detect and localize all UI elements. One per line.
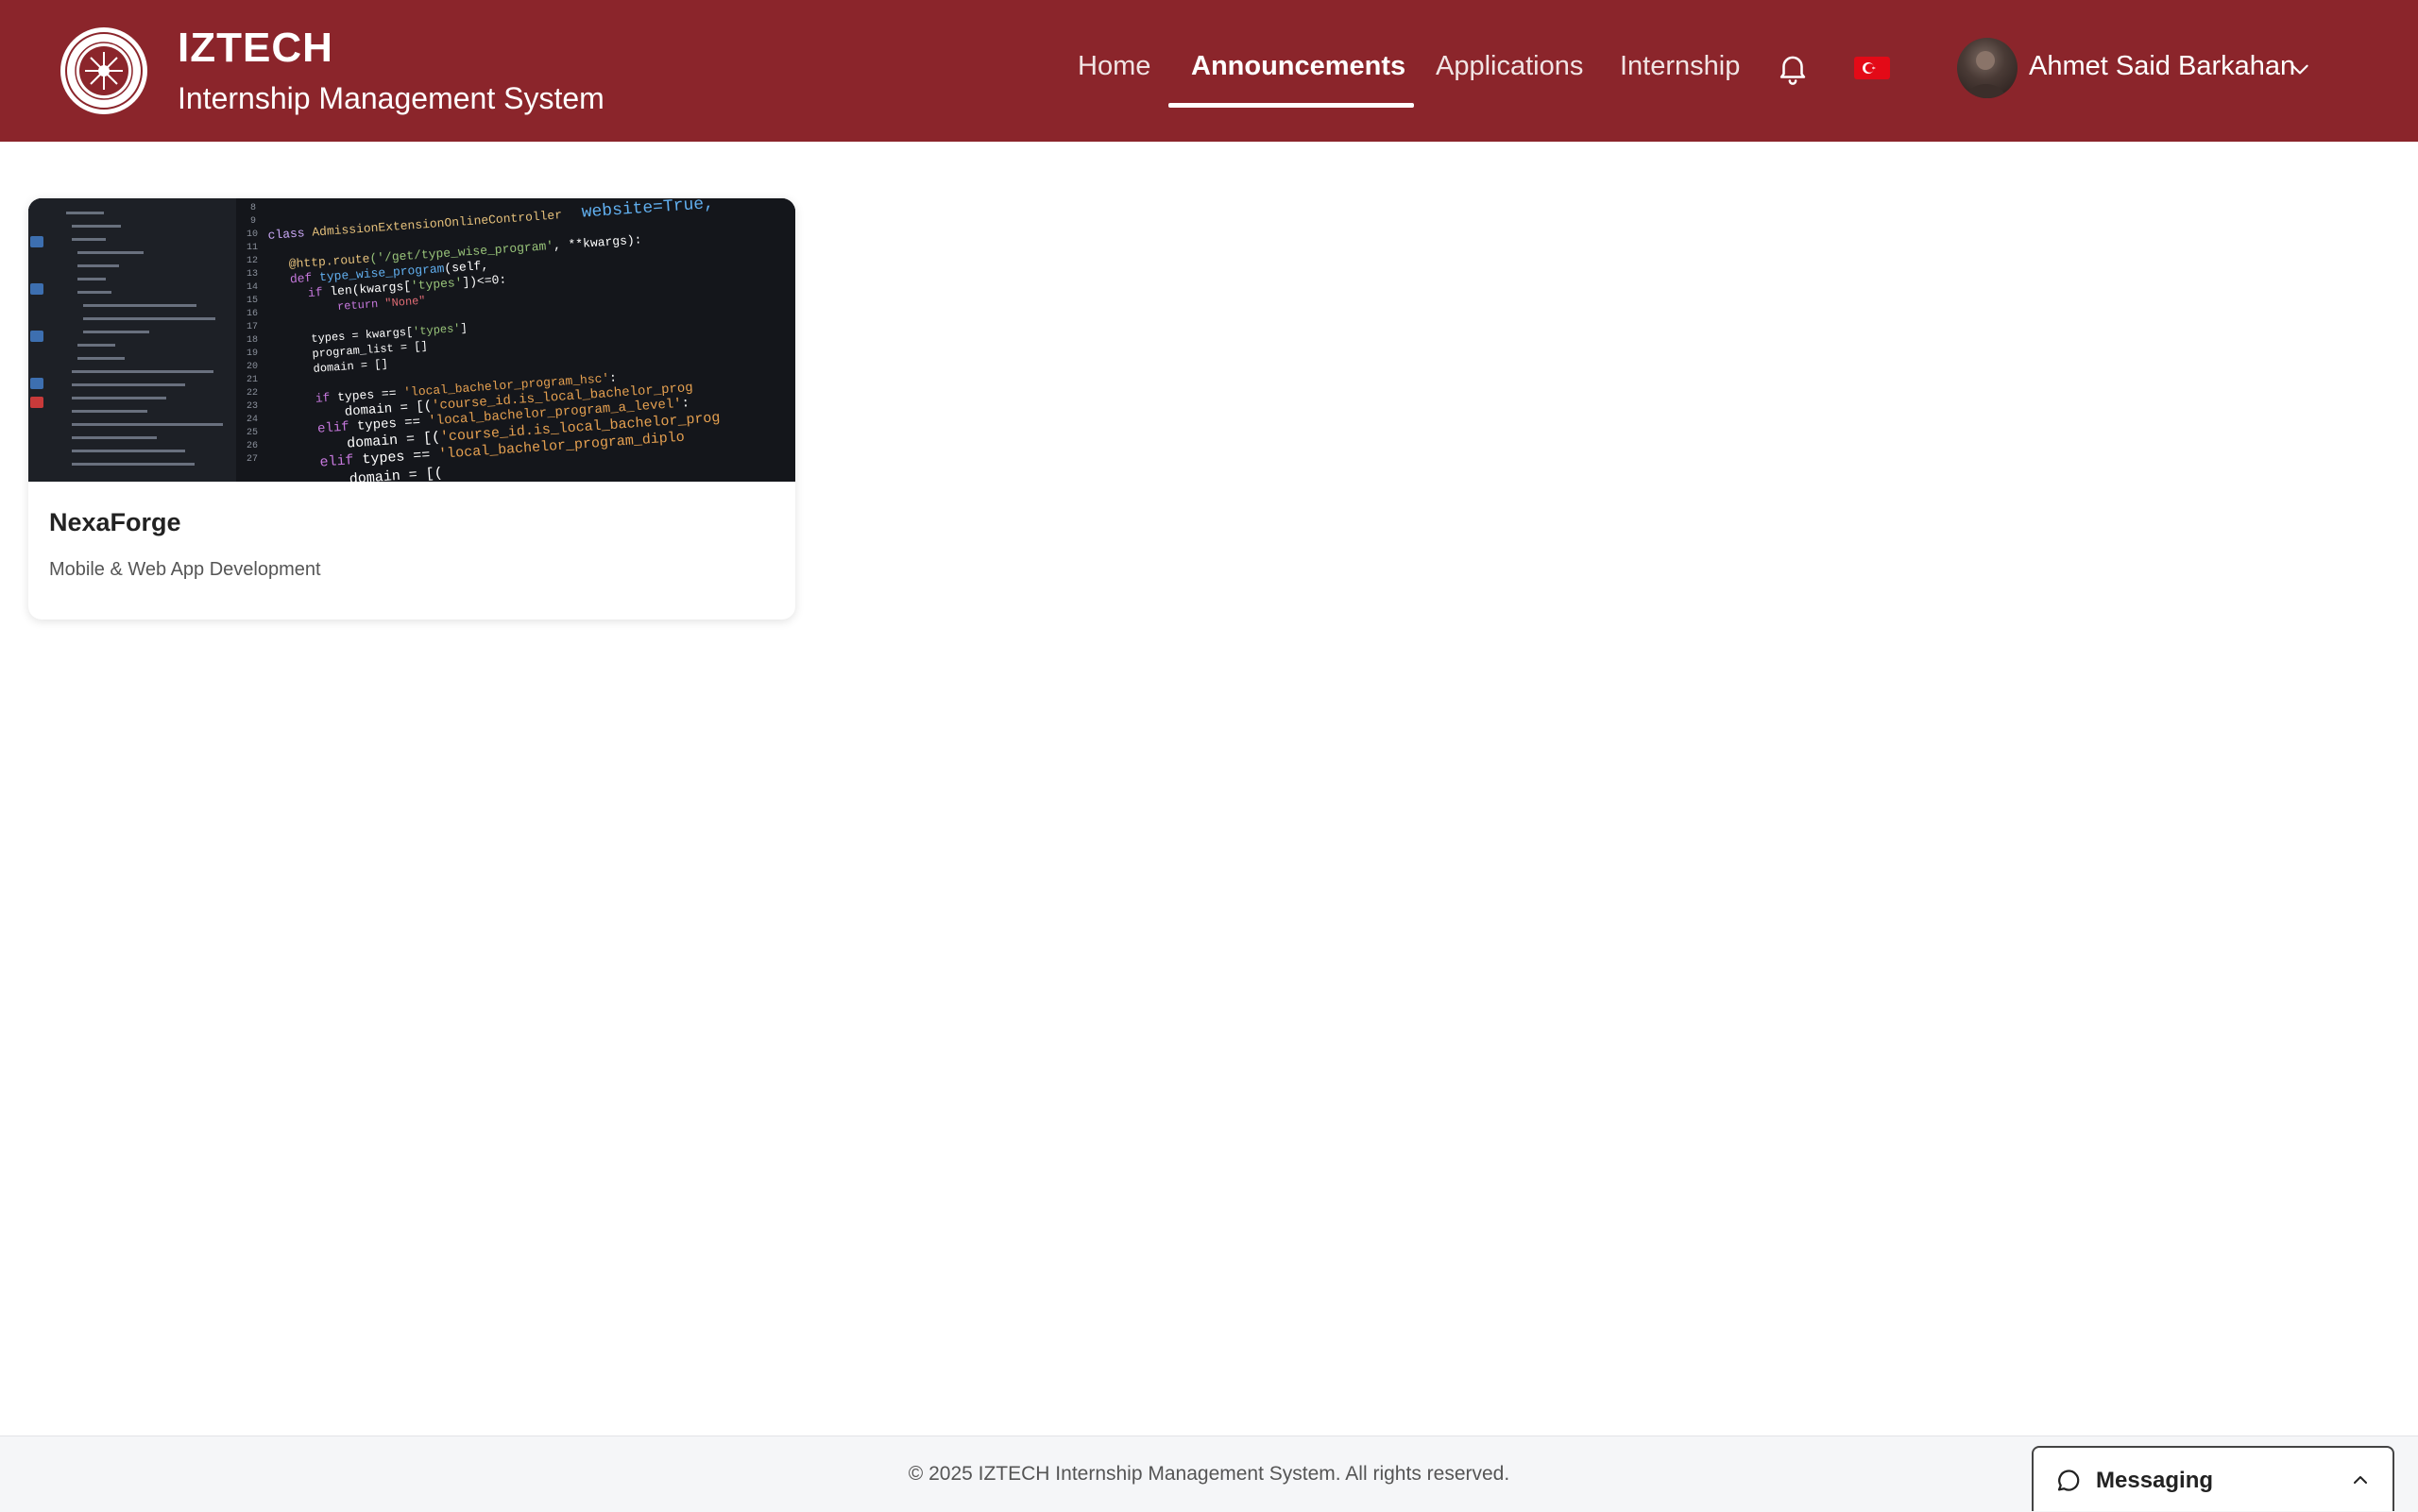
- nav-internship[interactable]: Internship: [1620, 51, 1740, 82]
- active-tab-indicator: [1168, 103, 1414, 108]
- university-logo[interactable]: [60, 27, 147, 114]
- nav-announcements[interactable]: Announcements: [1191, 51, 1405, 82]
- top-navbar: IZTECH Internship Management System Home…: [0, 0, 2418, 142]
- messaging-label: Messaging: [2096, 1468, 2214, 1493]
- svg-text:17: 17: [247, 322, 258, 332]
- svg-text:18: 18: [247, 335, 258, 346]
- svg-text:14: 14: [247, 282, 258, 293]
- svg-text:11: 11: [247, 243, 258, 253]
- svg-text:21: 21: [247, 375, 258, 385]
- messaging-widget[interactable]: Messaging: [2032, 1446, 2394, 1511]
- card-subtitle: Mobile & Web App Development: [49, 559, 321, 580]
- bell-icon[interactable]: [1775, 50, 1811, 86]
- svg-text:10: 10: [247, 229, 258, 240]
- svg-text:15: 15: [247, 296, 258, 306]
- svg-text:19: 19: [247, 348, 258, 359]
- announcement-card[interactable]: 8 9 10 11 12 13 14 15 16 17 18 19 20 21 22 23 24…: [28, 198, 795, 620]
- user-name[interactable]: Ahmet Said Barkahan: [2029, 51, 2295, 82]
- svg-text:20: 20: [247, 362, 258, 372]
- code-editor-image: 8 9 10 11 12 13 14 15 16 17 18 19 20 21 22 23 24…: [28, 198, 795, 482]
- turkey-flag-icon[interactable]: [1854, 57, 1890, 79]
- svg-text:26: 26: [247, 441, 258, 451]
- nav-home[interactable]: Home: [1078, 51, 1150, 82]
- brand-title: IZTECH: [178, 25, 333, 71]
- svg-text:24: 24: [247, 415, 258, 425]
- chat-bubble-icon: [2054, 1467, 2083, 1495]
- svg-text:12: 12: [247, 256, 258, 266]
- svg-text:22: 22: [247, 388, 258, 399]
- nav-applications[interactable]: Applications: [1436, 51, 1583, 82]
- chevron-down-icon[interactable]: [2288, 57, 2312, 81]
- svg-text:27: 27: [247, 454, 258, 465]
- svg-text:13: 13: [247, 269, 258, 280]
- svg-text:16: 16: [247, 309, 258, 319]
- brand-subtitle: Internship Management System: [178, 81, 604, 115]
- svg-text:8: 8: [250, 203, 256, 213]
- avatar[interactable]: [1957, 38, 2018, 98]
- svg-text:23: 23: [247, 401, 258, 412]
- card-title: NexaForge: [49, 508, 181, 536]
- svg-text:25: 25: [247, 428, 258, 438]
- chevron-up-icon[interactable]: [2349, 1469, 2372, 1491]
- svg-text:9: 9: [250, 216, 256, 227]
